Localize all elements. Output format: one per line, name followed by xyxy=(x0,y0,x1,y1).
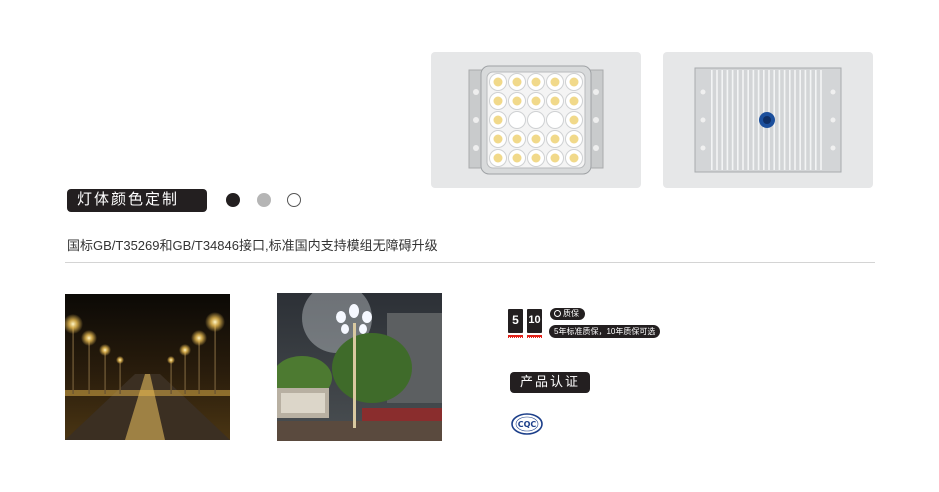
cqc-logo-icon: CQC xyxy=(510,412,544,436)
warranty-chip: 质保 xyxy=(550,308,585,320)
heatsink-back-image xyxy=(694,67,842,173)
warranty-10-box: 10 xyxy=(527,309,542,333)
divider xyxy=(65,262,875,263)
warranty-description: 5年标准质保，10年质保可选 xyxy=(549,325,661,338)
led-module-front-image xyxy=(468,65,604,175)
standard-description: 国标GB/T35269和GB/T34846接口,标准国内支持模组无障碍升级 xyxy=(67,238,438,253)
swatch-gray[interactable] xyxy=(257,193,271,207)
swatch-white[interactable] xyxy=(287,193,301,207)
module-front-photo xyxy=(431,52,641,188)
road-night-photo xyxy=(63,294,230,440)
circle-icon xyxy=(554,310,561,317)
certification-label: 产品认证 xyxy=(510,372,590,393)
warranty-5-box: 5 xyxy=(508,309,523,333)
warranty-badge: 5 10 质保 5年标准质保，10年质保可选 xyxy=(508,306,698,342)
cqc-logo-text: CQC xyxy=(518,420,537,429)
module-back-photo xyxy=(663,52,873,188)
color-customization-label: 灯体颜色定制 xyxy=(67,189,207,212)
park-night-photo xyxy=(272,283,442,441)
swatch-black[interactable] xyxy=(226,193,240,207)
